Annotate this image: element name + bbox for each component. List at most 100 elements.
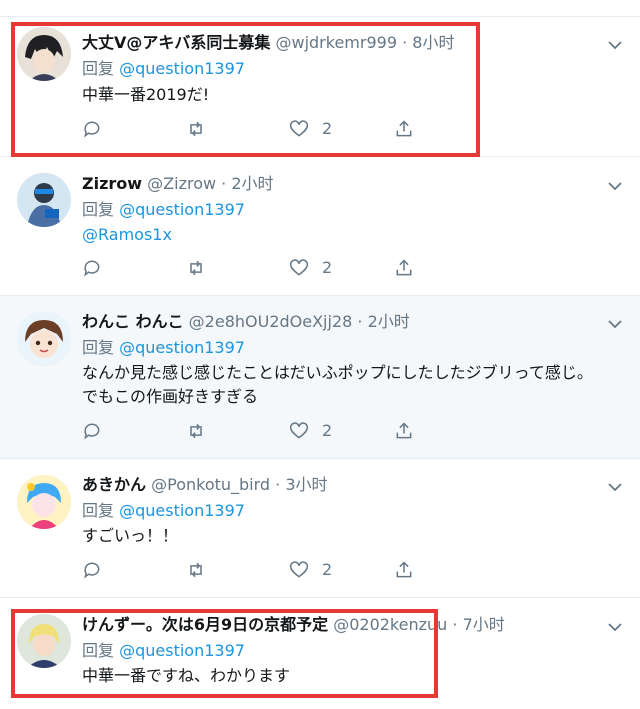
share-icon <box>396 422 412 439</box>
reply-context: 回复 @question1397 <box>82 640 245 662</box>
avatar[interactable] <box>17 27 71 81</box>
like-icon <box>289 422 309 439</box>
share-button[interactable] <box>394 419 414 443</box>
like-button[interactable]: 2 <box>289 256 332 280</box>
avatar[interactable] <box>17 173 71 227</box>
tweet-actions: 2 <box>82 419 422 443</box>
body-mention-link[interactable]: @Ramos1x <box>82 225 172 244</box>
tweet-actions: 2 <box>82 117 422 141</box>
tweet-text: なんか見た感じ感じたことはだいふポップにしたしたジブリって感じ。 でもこの作画好… <box>82 361 627 409</box>
timestamp[interactable]: 3小时 <box>285 475 327 494</box>
like-count: 2 <box>322 560 333 579</box>
tweet-header: けんずー。次は6月9日の京都予定 @0202kenzuu · 7小时 <box>82 614 505 636</box>
retweet-button[interactable] <box>186 117 206 141</box>
reply-button[interactable] <box>82 558 102 582</box>
like-button[interactable]: 2 <box>289 558 332 582</box>
reply-prefix: 回复 <box>82 338 115 357</box>
reply-button[interactable] <box>82 256 102 280</box>
tweet-feed: 大丈V@アキバ系同士募集 @wjdrkemr999 · 8小时 回复 @ques… <box>0 0 640 709</box>
reply-icon <box>84 121 100 138</box>
user-handle[interactable]: @2e8hOU2dOeXjj28 <box>189 312 353 331</box>
tweet-text-line: でもこの作画好きすぎる <box>82 387 259 406</box>
share-icon <box>396 120 412 137</box>
tweet-card[interactable]: けんずー。次は6月9日の京都予定 @0202kenzuu · 7小时 回复 @q… <box>0 598 640 709</box>
tweet-actions: 2 <box>82 256 422 280</box>
reply-prefix: 回复 <box>82 59 115 78</box>
chevron-down-icon[interactable] <box>606 36 624 54</box>
timestamp[interactable]: 2小时 <box>231 174 273 193</box>
separator-dot: · <box>221 174 227 193</box>
like-count: 2 <box>322 258 333 277</box>
reply-icon <box>84 562 100 579</box>
tweet-text: すごいっ！！ <box>82 526 179 545</box>
avatar[interactable] <box>17 312 71 366</box>
tweet-card[interactable]: Zizrow @Zizrow · 2小时 回复 @question1397 @R… <box>0 157 640 296</box>
like-count: 2 <box>322 421 333 440</box>
reply-prefix: 回复 <box>82 200 115 219</box>
retweet-button[interactable] <box>186 256 206 280</box>
reply-mention-link[interactable]: @question1397 <box>119 641 245 660</box>
user-handle[interactable]: @wjdrkemr999 <box>275 33 397 52</box>
avatar[interactable] <box>17 614 71 668</box>
feed-top-divider <box>0 0 640 17</box>
reply-mention-link[interactable]: @question1397 <box>119 338 245 357</box>
separator-dot: · <box>452 615 458 634</box>
retweet-button[interactable] <box>186 419 206 443</box>
retweet-icon <box>190 562 202 578</box>
user-name[interactable]: 大丈V@アキバ系同士募集 <box>82 33 270 52</box>
chevron-down-icon[interactable] <box>606 177 624 195</box>
chevron-down-icon[interactable] <box>606 618 624 636</box>
reply-prefix: 回复 <box>82 501 115 520</box>
separator-dot: · <box>275 475 281 494</box>
tweet-card[interactable]: 大丈V@アキバ系同士募集 @wjdrkemr999 · 8小时 回复 @ques… <box>0 17 640 157</box>
user-handle[interactable]: @Zizrow <box>147 174 216 193</box>
user-name[interactable]: あきかん <box>82 475 146 494</box>
avatar-image <box>17 475 71 529</box>
reply-button[interactable] <box>82 117 102 141</box>
user-name[interactable]: Zizrow <box>82 174 142 193</box>
retweet-icon <box>190 260 202 276</box>
tweet-header: 大丈V@アキバ系同士募集 @wjdrkemr999 · 8小时 <box>82 32 454 54</box>
reply-context: 回复 @question1397 <box>82 58 245 80</box>
share-icon <box>396 259 412 276</box>
tweet-text: 中華一番ですね、わかります <box>82 666 291 685</box>
user-handle[interactable]: @0202kenzuu <box>333 615 447 634</box>
reply-icon <box>84 260 100 277</box>
avatar-image <box>17 173 71 227</box>
separator-dot: · <box>357 312 363 331</box>
reply-button[interactable] <box>82 419 102 443</box>
chevron-down-icon[interactable] <box>606 478 624 496</box>
reply-context: 回复 @question1397 <box>82 500 245 522</box>
share-button[interactable] <box>394 117 414 141</box>
tweet-header: あきかん @Ponkotu_bird · 3小时 <box>82 474 328 496</box>
timestamp[interactable]: 7小时 <box>463 615 505 634</box>
reply-mention-link[interactable]: @question1397 <box>119 501 245 520</box>
timestamp[interactable]: 2小时 <box>368 312 410 331</box>
reply-mention-link[interactable]: @question1397 <box>119 59 245 78</box>
share-button[interactable] <box>394 256 414 280</box>
user-handle[interactable]: @Ponkotu_bird <box>151 475 270 494</box>
avatar[interactable] <box>17 475 71 529</box>
share-icon <box>396 561 412 578</box>
tweet-card[interactable]: わんこ わんこ @2e8hOU2dOeXjj28 · 2小时 回复 @quest… <box>0 296 640 459</box>
tweet-text-line: なんか見た感じ感じたことはだいふポップにしたしたジブリって感じ。 <box>82 363 593 382</box>
avatar-image <box>17 614 71 668</box>
like-icon <box>289 561 309 578</box>
reply-context: 回复 @question1397 <box>82 337 245 359</box>
reply-context: 回复 @question1397 <box>82 199 245 221</box>
avatar-image <box>17 27 71 81</box>
timestamp[interactable]: 8小时 <box>412 33 454 52</box>
reply-mention-link[interactable]: @question1397 <box>119 200 245 219</box>
retweet-button[interactable] <box>186 558 206 582</box>
user-name[interactable]: けんずー。次は6月9日の京都予定 <box>82 615 328 634</box>
tweet-header: Zizrow @Zizrow · 2小时 <box>82 173 274 195</box>
reply-icon <box>84 423 100 440</box>
avatar-image <box>17 312 71 366</box>
user-name[interactable]: わんこ わんこ <box>82 312 184 331</box>
share-button[interactable] <box>394 558 414 582</box>
tweet-actions: 2 <box>82 558 422 582</box>
tweet-card[interactable]: あきかん @Ponkotu_bird · 3小时 回复 @question139… <box>0 459 640 598</box>
like-button[interactable]: 2 <box>289 419 332 443</box>
chevron-down-icon[interactable] <box>606 315 624 333</box>
like-button[interactable]: 2 <box>289 117 332 141</box>
